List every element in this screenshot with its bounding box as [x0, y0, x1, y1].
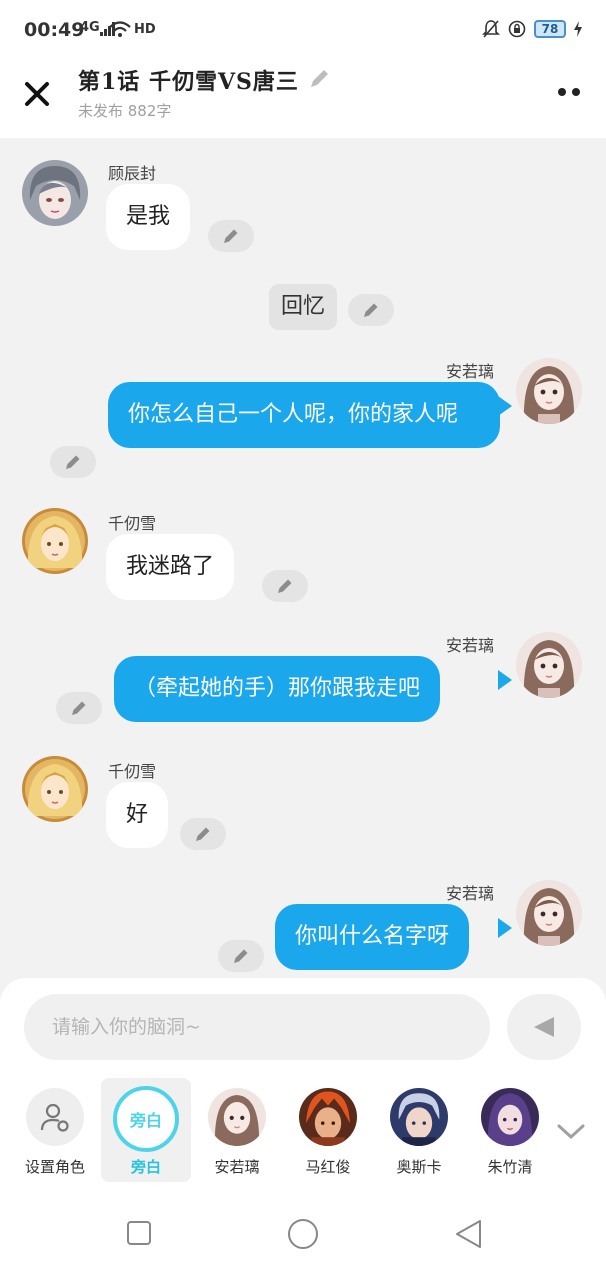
pencil-icon — [66, 455, 80, 469]
edit-message-button[interactable] — [348, 294, 394, 326]
role-label: 朱竹清 — [487, 1158, 533, 1176]
home-button[interactable] — [287, 1218, 319, 1250]
message-bubble[interactable]: 好 — [106, 782, 169, 848]
edit-message-button[interactable] — [262, 570, 308, 602]
recent-apps-button[interactable] — [126, 1220, 152, 1246]
mute-bell-icon — [482, 20, 500, 38]
edit-message-button[interactable] — [180, 818, 226, 850]
message-bubble[interactable]: 我迷路了 — [106, 534, 235, 600]
edit-title-pencil-icon[interactable] — [306, 66, 332, 92]
top-bar: 第1话 千仞雪VS唐三 未发布 882字 — [0, 60, 606, 138]
role-avatar — [390, 1088, 448, 1146]
network-indicator: 4G — [80, 20, 100, 35]
edit-message-button[interactable] — [208, 220, 254, 252]
edit-message-button[interactable] — [50, 446, 96, 478]
pencil-icon — [196, 827, 210, 841]
role-label: 旁白 — [130, 1158, 161, 1176]
lock-rotation-icon — [508, 20, 526, 38]
status-right: 78 — [482, 19, 582, 39]
avatar-an-ruoli[interactable] — [516, 632, 582, 698]
chapter-title: 第1话 千仞雪VS唐三 — [78, 69, 299, 95]
status-time: 00:49 — [24, 19, 85, 41]
role-selector: 设置角色 旁白 旁白 安若璃 马红俊 奥斯卡 朱竹清 — [0, 1078, 606, 1182]
composer-panel: 设置角色 旁白 旁白 安若璃 — [0, 978, 606, 1188]
message-input[interactable] — [24, 994, 490, 1060]
message-bubble[interactable]: 你叫什么名字呀 — [275, 904, 470, 970]
avatar-an-ruoli[interactable] — [516, 880, 582, 946]
edit-message-button[interactable] — [56, 692, 102, 724]
pencil-icon — [364, 303, 378, 317]
narration-badge: 旁白 — [113, 1086, 179, 1152]
charging-icon — [574, 21, 582, 37]
bubble-tail — [498, 396, 512, 416]
more-options-button[interactable] — [558, 88, 580, 96]
role-ma-hongjun[interactable]: 马红俊 — [283, 1078, 373, 1182]
speaker-name: 千仞雪 — [108, 514, 157, 533]
status-bar: 00:49 4G HD 78 — [0, 0, 606, 60]
send-button[interactable] — [507, 994, 581, 1060]
avatar-qian-renxue[interactable] — [22, 508, 88, 574]
send-icon — [534, 1017, 554, 1037]
bubble-tail — [498, 918, 512, 938]
close-icon[interactable] — [20, 76, 56, 112]
role-osca[interactable]: 奥斯卡 — [374, 1078, 464, 1182]
avatar-qian-renxue[interactable] — [22, 756, 88, 822]
avatar-gu-chenfeng[interactable] — [22, 160, 88, 226]
edit-message-button[interactable] — [218, 940, 264, 972]
set-character-icon-wrap — [26, 1088, 84, 1146]
role-an-ruoli[interactable]: 安若璃 — [192, 1078, 282, 1182]
pencil-icon — [224, 229, 238, 243]
role-avatar — [481, 1088, 539, 1146]
role-set-character[interactable]: 设置角色 — [10, 1078, 100, 1182]
role-avatar — [208, 1088, 266, 1146]
pencil-icon — [72, 701, 86, 715]
hd-icon: HD — [134, 22, 156, 37]
role-narration[interactable]: 旁白 旁白 — [101, 1078, 191, 1182]
speaker-name: 顾辰封 — [108, 164, 157, 183]
speaker-name: 千仞雪 — [108, 762, 157, 781]
back-button[interactable] — [454, 1218, 484, 1250]
role-label: 奥斯卡 — [396, 1158, 442, 1176]
narration-bubble[interactable]: 回忆 — [269, 284, 338, 330]
role-label: 马红俊 — [305, 1158, 351, 1176]
role-avatar — [299, 1088, 357, 1146]
message-bubble[interactable]: （牵起她的手）那你跟我走吧 — [114, 656, 441, 722]
person-settings-icon — [40, 1103, 69, 1132]
chevron-down-icon[interactable] — [556, 1122, 586, 1142]
role-label: 设置角色 — [24, 1158, 85, 1176]
speaker-name: 安若璃 — [446, 636, 495, 655]
message-bubble[interactable]: 你怎么自己一个人呢，你的家人呢 — [108, 382, 500, 448]
bubble-tail — [498, 670, 512, 690]
wifi-icon — [109, 21, 131, 37]
message-bubble[interactable]: 是我 — [106, 184, 191, 250]
speaker-name: 安若璃 — [446, 884, 495, 903]
chat-area[interactable]: 顾辰封 是我 回忆 安若璃 你怎么自己一个人呢，你的家人呢 千仞雪 我迷路了 安… — [0, 138, 606, 978]
battery-icon: 78 — [534, 20, 566, 38]
avatar-an-ruoli[interactable] — [516, 358, 582, 424]
pencil-icon — [234, 949, 248, 963]
system-nav-bar — [0, 1188, 606, 1280]
chapter-subtitle: 未发布 882字 — [78, 102, 172, 120]
speaker-name: 安若璃 — [446, 362, 495, 381]
role-zhu-zhuqing[interactable]: 朱竹清 — [465, 1078, 555, 1182]
pencil-icon — [278, 579, 292, 593]
role-label: 安若璃 — [214, 1158, 260, 1176]
